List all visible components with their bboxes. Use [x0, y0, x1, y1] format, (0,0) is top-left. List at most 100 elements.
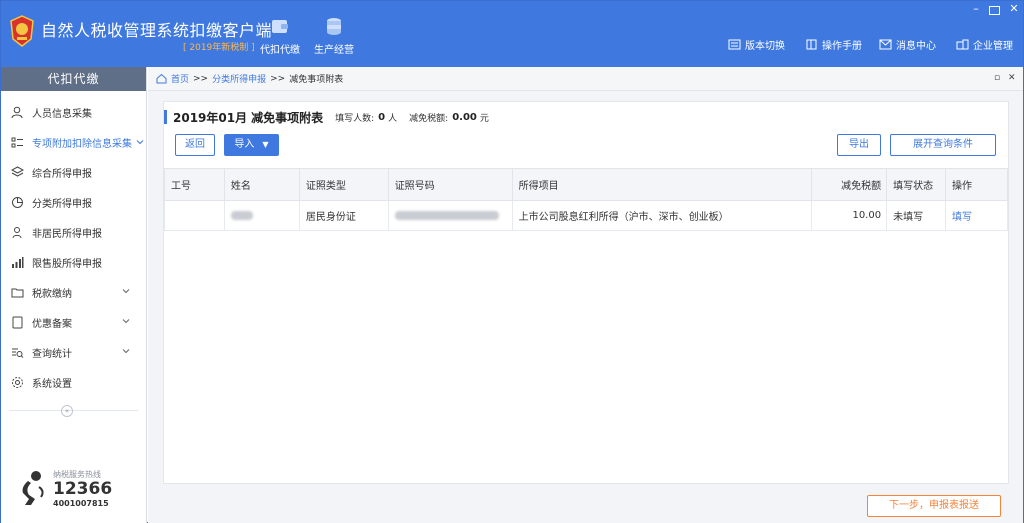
panel-title-row: 2019年01月 减免事项附表 填写人数: 0 人 减免税额: 0.00 元: [164, 110, 501, 125]
app-window: 自然人税收管理系统扣缴客户端 [ 2019年新税制 ] 代扣代缴 生产经营 – …: [0, 0, 1024, 523]
sidebar-item-preferential[interactable]: 优惠备案: [1, 307, 146, 337]
sidebar-item-classified[interactable]: 分类所得申报: [1, 187, 146, 217]
expand-query-button[interactable]: 展开查询条件: [890, 134, 996, 156]
main-area: 2019年01月 减免事项附表 填写人数: 0 人 减免税额: 0.00 元 返…: [148, 91, 1023, 523]
bar-chart-icon: [12, 256, 24, 268]
app-subtitle: [ 2019年新税制 ]: [183, 43, 255, 53]
toplink-company[interactable]: 企业管理: [956, 37, 1013, 52]
column-header[interactable]: 填写状态: [886, 168, 947, 201]
import-button-label: 导入: [234, 139, 255, 150]
person-icon: [11, 106, 23, 118]
sidebar-item-label: 专项附加扣除信息采集: [32, 138, 132, 150]
sidebar-item-label: 非居民所得申报: [32, 228, 102, 240]
sidebar-item-personnel[interactable]: 人员信息采集: [1, 97, 146, 127]
count-label: 填写人数:: [335, 113, 375, 124]
version-icon: [728, 39, 741, 50]
tab-close-button[interactable]: ✕: [1008, 73, 1016, 83]
column-header[interactable]: 所得项目: [511, 168, 813, 201]
cell-id: [164, 200, 225, 231]
column-header[interactable]: 工号: [164, 168, 225, 201]
sidebar-item-nonresident[interactable]: 非居民所得申报: [1, 217, 146, 247]
toplink-label: 消息中心: [896, 41, 936, 52]
sidebar-item-label: 人员信息采集: [32, 108, 92, 120]
back-button[interactable]: 返回: [175, 134, 215, 156]
import-button[interactable]: 导入 ▼: [224, 134, 279, 156]
service-hotline-icon: [22, 471, 44, 505]
sidebar-item-restricted-shares[interactable]: 限售股所得申报: [1, 247, 146, 277]
topnav-production[interactable]: 生产经营: [310, 15, 358, 56]
data-table: 工号 姓名 证照类型 证照号码 所得项目 减免税额 填写状态 操作 居民身份证 …: [164, 168, 1008, 231]
sidebar-item-special-deduction[interactable]: 专项附加扣除信息采集: [1, 127, 146, 157]
sidebar: 代扣代缴 人员信息采集 专项附加扣除信息采集 综合所得申报 分类所得申报 非居民…: [1, 67, 147, 523]
manual-icon: [806, 39, 817, 50]
coins-icon: [327, 18, 341, 35]
column-header[interactable]: 证照号码: [387, 168, 513, 201]
cell-tax: 10.00: [811, 200, 888, 231]
list-icon: [11, 137, 23, 147]
content-panel: 2019年01月 减免事项附表 填写人数: 0 人 减免税额: 0.00 元 返…: [163, 101, 1009, 484]
toplink-messages[interactable]: 消息中心: [879, 37, 936, 52]
tab-restore-button[interactable]: ▫: [994, 73, 1000, 83]
sidebar-item-label: 分类所得申报: [32, 198, 92, 210]
sidebar-item-label: 系统设置: [32, 378, 72, 390]
sidebar-item-settings[interactable]: 系统设置: [1, 367, 146, 397]
toplink-manual[interactable]: 操作手册: [805, 37, 862, 52]
app-title: 自然人税收管理系统扣缴客户端: [41, 21, 273, 40]
panel-title: 减免事项附表: [251, 110, 324, 125]
column-header[interactable]: 减免税额: [811, 168, 888, 201]
minimize-button[interactable]: –: [969, 3, 983, 15]
next-submit-button[interactable]: 下一步，申报表报送: [867, 495, 1001, 517]
breadcrumb-current: 减免事项附表: [289, 75, 344, 85]
pie-icon: [12, 196, 23, 208]
sidebar-divider: [9, 410, 138, 411]
sidebar-item-label: 税款缴纳: [32, 288, 72, 300]
tax-emblem-icon: [10, 15, 34, 47]
title-accent-bar: [164, 110, 167, 124]
close-button[interactable]: ✕: [1007, 3, 1021, 15]
breadcrumb-separator: >>: [193, 73, 209, 84]
layers-icon: [11, 165, 24, 177]
gear-icon: [12, 376, 23, 388]
top-bar: 自然人税收管理系统扣缴客户端 [ 2019年新税制 ] 代扣代缴 生产经营 – …: [1, 1, 1023, 67]
toplink-version[interactable]: 版本切换: [728, 37, 785, 52]
sidebar-item-label: 优惠备案: [32, 318, 72, 330]
sidebar-item-comprehensive[interactable]: 综合所得申报: [1, 157, 146, 187]
sidebar-collapse-button[interactable]: «: [61, 405, 73, 417]
sidebar-item-tax-payment[interactable]: 税款缴纳: [1, 277, 146, 307]
document-icon: [12, 316, 23, 328]
breadcrumb-classified[interactable]: 分类所得申报: [212, 72, 266, 85]
toplink-label: 操作手册: [822, 41, 862, 52]
hotline-block: 纳税服务热线 12366 4001007815: [19, 465, 139, 511]
column-header[interactable]: 操作: [945, 168, 1008, 201]
sidebar-item-query[interactable]: 查询统计: [1, 337, 146, 367]
cell-id-number: [387, 200, 513, 231]
chevron-down-icon: [136, 140, 144, 145]
sidebar-item-label: 查询统计: [32, 348, 72, 360]
chevron-down-icon: ▼: [262, 140, 269, 149]
redacted-name: [230, 210, 253, 220]
fill-link[interactable]: 填写: [952, 212, 972, 223]
cell-name: [223, 200, 300, 231]
breadcrumb-home[interactable]: 首页: [171, 72, 189, 85]
breadcrumb: 首页 >> 分类所得申报 >> 减免事项附表 ▫ ✕: [148, 67, 1023, 91]
maximize-button[interactable]: [989, 6, 1000, 15]
chevron-down-icon: [122, 289, 130, 294]
query-icon: [12, 348, 24, 358]
panel-period: 2019年01月: [173, 110, 248, 125]
count-value: 0: [378, 111, 386, 123]
company-icon: [956, 39, 969, 50]
breadcrumb-separator: >>: [270, 73, 286, 84]
cell-income-item: 上市公司股息红利所得（沪市、深市、创业板）: [511, 200, 813, 231]
home-icon: [156, 73, 167, 84]
column-header[interactable]: 姓名: [223, 168, 300, 201]
table-row[interactable]: 居民身份证 上市公司股息红利所得（沪市、深市、创业板） 10.00 未填写 填写: [164, 200, 1008, 231]
table-header-row: 工号 姓名 证照类型 证照号码 所得项目 减免税额 填写状态 操作: [164, 168, 1008, 201]
tax-value: 0.00: [452, 111, 477, 123]
column-header[interactable]: 证照类型: [298, 168, 389, 201]
topnav-withholding[interactable]: 代扣代缴: [256, 15, 304, 56]
topnav-label: 代扣代缴: [260, 45, 300, 56]
export-button[interactable]: 导出: [837, 134, 881, 156]
hotline-number: 12366: [53, 479, 113, 499]
chevron-down-icon: [122, 349, 130, 354]
folder-icon: [11, 288, 24, 297]
